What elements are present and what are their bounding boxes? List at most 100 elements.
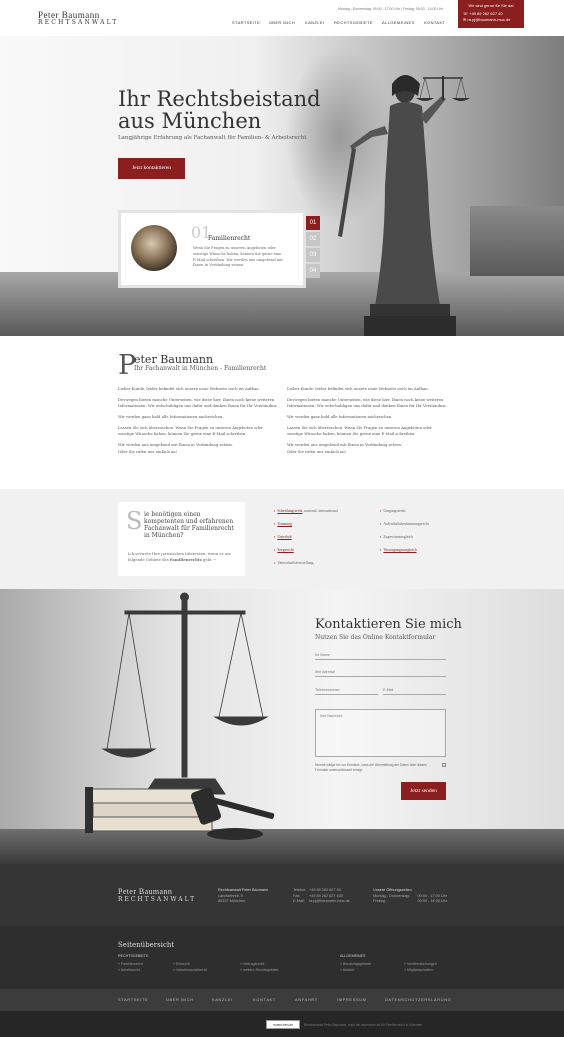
sitemap-link[interactable]: Veröffentlichungen <box>407 962 437 966</box>
service-item[interactable]: ▪ Trennung <box>274 522 292 526</box>
service-item: ▪ Umgangsrecht <box>380 509 406 513</box>
footer-contact-details: Telefon: +49 89 262 627 40 Fax: +49 89 262… <box>293 888 350 905</box>
footer-nav-anfahrt[interactable]: ANFAHRT <box>295 997 318 1002</box>
nav-ueber-mich[interactable]: ÜBER MICH <box>269 20 295 25</box>
contact-subtitle: Nutzen Sie das Online Kontaktformular <box>315 634 436 641</box>
sitemap-group: » Veröffentlichungen » Mitgliedschaften <box>404 962 437 972</box>
phone-number[interactable]: +49 89 262 627 40 <box>469 11 502 16</box>
sitemap-link[interactable]: Mitgliedschaften <box>407 968 433 972</box>
nav-allgemeines[interactable]: ALLGEMEINES <box>382 20 415 25</box>
service-item: ▪ Zugewinnausgleich <box>380 535 413 539</box>
footer-email[interactable]: ra.pj@baumann-muc.de <box>309 899 350 903</box>
email-field[interactable]: E-Mail <box>383 688 446 695</box>
footer-nav-datenschutz[interactable]: DATENSCHUTZERKLÄRUNG <box>385 997 451 1002</box>
slider-tab-3[interactable]: 03 <box>306 248 320 262</box>
call-box-email[interactable]: ✉ ra.pj@baumann-muc.de <box>463 17 519 22</box>
send-button[interactable]: Jetzt senden <box>401 782 446 800</box>
name-field[interactable]: Ihr Name <box>315 653 446 660</box>
service-link[interactable]: Unterhalt <box>277 535 291 539</box>
site-header: Peter Baumann RECHTSANWALT Montag - Donn… <box>0 0 564 36</box>
sitemap-group: » Erbrecht » Verkehrsunfallrecht <box>173 962 207 972</box>
sitemap-title: Seitenübersicht <box>118 941 175 949</box>
nav-kontakt[interactable]: KONTAKT <box>424 20 445 25</box>
intro-paragraph: Lassen Sie sich überraschen. Wenn Sie Fr… <box>287 425 432 436</box>
email-address[interactable]: ra.pj@baumann-muc.de <box>467 17 510 22</box>
bullet-icon: ▪ <box>274 561 276 565</box>
intro-paragraph: Wir werden uns umgehend mit Ihnen in Ver… <box>118 442 234 447</box>
sitemap-col-title: ALLGEMEINES <box>340 954 366 958</box>
hero-title-line2: aus München <box>118 109 262 133</box>
sitemap-link[interactable]: Beratungsgebiete <box>343 962 371 966</box>
sitemap-col-title: RECHTSGEBIETE <box>118 954 149 958</box>
call-box-phone[interactable]: ☏ +49 89 262 627 40 <box>463 11 519 16</box>
service-text: Vaterschaftsfeststellung <box>277 561 314 565</box>
hero-lead: Langjährige Erfahrung als Fachanwalt für… <box>118 135 307 141</box>
message-textarea[interactable]: Ihre Nachricht <box>315 709 446 757</box>
bullet-icon: ▪ <box>380 509 382 513</box>
slider-tab-4[interactable]: 04 <box>306 264 320 278</box>
footer-phone[interactable]: +49 89 262 627 40 <box>309 888 341 892</box>
sitemap-link[interactable]: weitere Rechtsgebiete <box>243 968 279 972</box>
service-item[interactable]: ▪ Versorgungsausgleich <box>380 548 417 552</box>
service-item[interactable]: ▪ Unterhalt <box>274 535 292 539</box>
sitemap-group: » Beratungsgebiete » Anfahrt <box>340 962 372 972</box>
service-link[interactable]: Scheidungsrecht <box>277 509 302 513</box>
muenchen-badge[interactable]: muenchen.de <box>266 1020 300 1029</box>
slider-title: Familienrecht <box>208 235 251 242</box>
intro-paragraph: Wir werden uns umgehend mit Ihnen in Ver… <box>287 442 403 447</box>
service-text: , national, international <box>302 509 338 513</box>
nav-startseite[interactable]: STARTSEITE <box>232 20 260 25</box>
footer-nav-kanzlei[interactable]: KANZLEI <box>212 997 233 1002</box>
intro-paragraph: Deswegen bieten manche Unterseiten, wie … <box>118 397 278 408</box>
practice-slider: 01 Familienrecht Wenn Sie Fragen zu unse… <box>118 210 306 288</box>
service-item[interactable]: ▪ Scheidungsrecht, national, internationa… <box>274 509 338 513</box>
sitemap-link[interactable]: Erbrecht <box>176 962 190 966</box>
nav-rechtsgebiete[interactable]: RECHTSGEBIETE <box>334 20 373 25</box>
intro-section: P eter Baumann Ihr Fachanwalt in München… <box>0 336 564 488</box>
slider-tab-2[interactable]: 02 <box>306 232 320 246</box>
bullet-icon: ▪ <box>380 522 382 526</box>
hero-title-line1: Ihr Rechtsbeistand <box>118 87 321 111</box>
contact-title: Kontaktieren Sie mich <box>315 617 462 632</box>
nav-kanzlei[interactable]: KANZLEI <box>305 20 324 25</box>
footer-nav-kontakt[interactable]: KONTAKT <box>253 997 276 1002</box>
intro-paragraph: Deswegen bieten manche Unterseiten, wie … <box>287 397 447 408</box>
call-box-title: Wir sind gerne für Sie da! <box>468 3 514 8</box>
footer-info: Peter Baumann RECHTSANWALT Rechtsanwalt … <box>0 864 564 926</box>
sitemap-link[interactable]: Anfahrt <box>343 968 355 972</box>
service-item[interactable]: ▪ Sorgerecht <box>274 548 294 552</box>
sitemap-group: » Familienrecht » Arbeitsrecht <box>118 962 143 972</box>
hero-section: Ihr Rechtsbeistand aus München Langjähri… <box>0 36 564 336</box>
bullet-icon: ▪ <box>274 535 276 539</box>
footer-nav-ueber-mich[interactable]: ÜBER MICH <box>166 997 194 1002</box>
scales-of-justice-image <box>85 592 275 840</box>
footer-sitemap: Seitenübersicht RECHTSGEBIETE ALLGEMEINE… <box>0 926 564 989</box>
footer-nav-startseite[interactable]: STARTSEITE <box>118 997 148 1002</box>
hours-time: 09:00 - 14:00 Uhr <box>417 899 447 903</box>
service-link[interactable]: Trennung <box>277 522 292 526</box>
footer-fax: +49 89 262 627 430 <box>309 893 343 898</box>
logo-subtitle: RECHTSANWALT <box>38 19 119 26</box>
justitia-statue-image <box>338 75 470 336</box>
sitemap-link[interactable]: Arbeitsrecht <box>121 968 140 972</box>
footer-logo-subtitle: RECHTSANWALT <box>118 896 197 903</box>
bullet-icon: ▪ <box>274 522 276 526</box>
hours-day: Freitag: <box>373 899 386 903</box>
privacy-checkbox[interactable] <box>442 763 446 767</box>
sitemap-link[interactable]: Familienrecht <box>121 962 143 966</box>
phone-field[interactable]: Telefonnummer <box>315 688 378 695</box>
service-link[interactable]: Sorgerecht <box>277 548 293 552</box>
services-title: ie benötigen einen kompetenten und erfah… <box>144 511 235 539</box>
footer-nav: STARTSEITE ÜBER MICH KANZLEI KONTAKT ANF… <box>0 989 564 1011</box>
services-section: S ie benötigen einen kompetenten und erf… <box>0 489 564 589</box>
service-text: Zugewinnausgleich <box>383 535 414 539</box>
service-link[interactable]: Versorgungsausgleich <box>383 548 416 552</box>
address-field[interactable]: Ihre Adresse <box>315 670 446 677</box>
contact-now-button[interactable]: Jetzt kontaktieren <box>118 158 185 179</box>
intro-column-left: Lieber Kunde, leider befindet sich unser… <box>118 386 278 460</box>
slider-image <box>131 225 177 271</box>
sitemap-link[interactable]: Verkehrsunfallrecht <box>176 968 207 972</box>
sitemap-link[interactable]: Vertragsrecht <box>243 962 264 966</box>
slider-tab-1[interactable]: 01 <box>306 216 320 230</box>
footer-nav-impressum[interactable]: IMPRESSUM <box>337 997 367 1002</box>
